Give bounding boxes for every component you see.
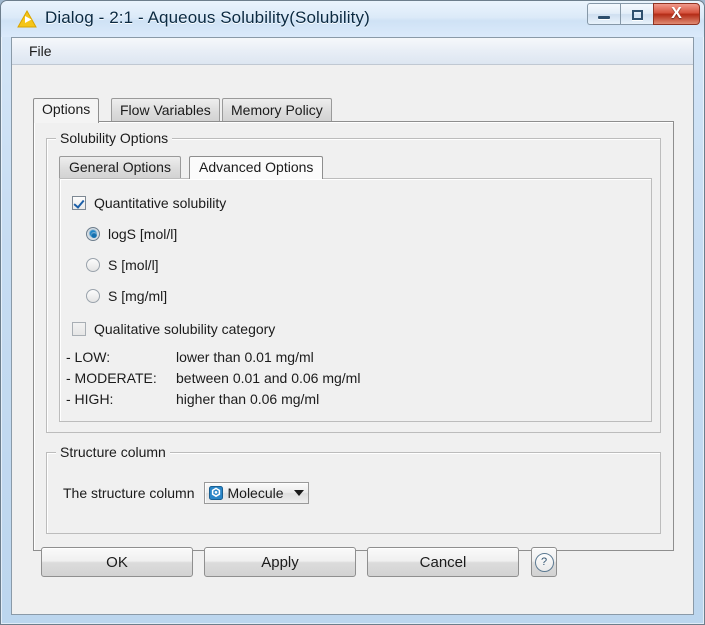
group-structure-column: Structure column The structure column Mo… <box>46 452 661 534</box>
qual-value-low: lower than 0.01 mg/ml <box>176 349 314 365</box>
inner-tab-content-advanced: Quantitative solubility logS [mol/l] S [… <box>59 178 652 422</box>
radio-s-mol-l-button <box>86 258 100 272</box>
knime-node-triangle-icon <box>17 10 37 28</box>
help-button[interactable]: ? <box>531 547 557 577</box>
radio-logs-mol-l[interactable]: logS [mol/l] <box>86 226 177 242</box>
menu-bar: File <box>12 38 693 65</box>
group-solubility-options: Solubility Options General Options Advan… <box>46 138 661 433</box>
minimize-icon <box>598 16 610 19</box>
radio-s-mg-ml-button <box>86 289 100 303</box>
close-button[interactable]: X <box>653 3 700 25</box>
group-solubility-legend: Solubility Options <box>56 130 172 146</box>
qual-key-high: - HIGH: <box>66 391 113 407</box>
structure-column-value: Molecule <box>228 485 284 501</box>
tab-strip: Options Flow Variables Memory Policy <box>33 98 693 122</box>
checkbox-qualitative-solubility-category[interactable]: Qualitative solubility category <box>72 321 275 337</box>
structure-column-label: The structure column <box>63 485 195 501</box>
radio-logs-mol-l-button <box>86 227 100 241</box>
checkbox-quantitative-solubility-label: Quantitative solubility <box>94 195 226 211</box>
minimize-button[interactable] <box>587 3 620 25</box>
client-area: File Options Flow Variables Memory Polic… <box>11 37 694 615</box>
window-controls: X <box>587 3 700 26</box>
apply-button[interactable]: Apply <box>204 547 356 577</box>
cancel-button[interactable]: Cancel <box>367 547 519 577</box>
inner-tab-advanced-options[interactable]: Advanced Options <box>189 156 323 179</box>
inner-tab-general-options[interactable]: General Options <box>59 156 181 179</box>
maximize-icon <box>632 10 643 20</box>
tab-flow-variables[interactable]: Flow Variables <box>111 98 220 122</box>
tab-memory-policy[interactable]: Memory Policy <box>222 98 332 122</box>
title-bar: Dialog - 2:1 - Aqueous Solubility(Solubi… <box>1 1 704 37</box>
checkbox-quantitative-solubility[interactable]: Quantitative solubility <box>72 195 226 211</box>
molecule-icon <box>209 486 223 500</box>
tab-content-options: Solubility Options General Options Advan… <box>33 121 674 551</box>
checkbox-qualitative-solubility-category-label: Qualitative solubility category <box>94 321 275 337</box>
close-icon: X <box>654 5 699 23</box>
maximize-button[interactable] <box>620 3 653 25</box>
tab-options[interactable]: Options <box>33 98 99 123</box>
radio-s-mg-ml-label: S [mg/ml] <box>108 288 167 304</box>
chevron-down-icon <box>294 490 304 496</box>
qual-key-low: - LOW: <box>66 349 110 365</box>
radio-s-mg-ml[interactable]: S [mg/ml] <box>86 288 167 304</box>
menu-item-file[interactable]: File <box>24 42 57 60</box>
inner-tab-strip: General Options Advanced Options <box>59 156 652 179</box>
group-structure-column-legend: Structure column <box>56 444 170 460</box>
structure-column-select[interactable]: Molecule <box>204 482 309 504</box>
radio-s-mol-l[interactable]: S [mol/l] <box>86 257 159 273</box>
help-icon: ? <box>535 553 554 572</box>
ok-button[interactable]: OK <box>41 547 193 577</box>
window-title: Dialog - 2:1 - Aqueous Solubility(Solubi… <box>45 8 370 28</box>
checkbox-qualitative-solubility-category-box <box>72 322 86 336</box>
dialog-window: Dialog - 2:1 - Aqueous Solubility(Solubi… <box>0 0 705 625</box>
structure-column-field: The structure column Molecule <box>63 482 309 504</box>
checkbox-quantitative-solubility-box <box>72 196 86 210</box>
radio-logs-mol-l-label: logS [mol/l] <box>108 226 177 242</box>
radio-s-mol-l-label: S [mol/l] <box>108 257 159 273</box>
qual-value-moderate: between 0.01 and 0.06 mg/ml <box>176 370 360 386</box>
qual-value-high: higher than 0.06 mg/ml <box>176 391 319 407</box>
qual-key-moderate: - MODERATE: <box>66 370 157 386</box>
